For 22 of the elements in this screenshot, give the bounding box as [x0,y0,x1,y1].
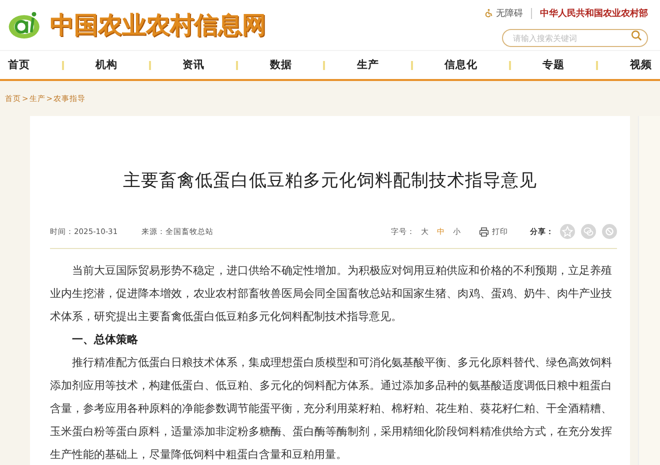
nav-item[interactable]: 数据 [270,58,292,72]
nav-item[interactable]: 视频 [630,58,652,72]
article-paragraph: 推行精准配方低蛋白日粮技术体系，集成理想蛋白质模型和可消化氨基酸平衡、多元化原料替代、绿色高效饲料添加剂应用等技术，构建低蛋白、低豆粕、多元化的饲料配方体系。通过添加多品种的氨基酸适度调低日粮中粗蛋白含量，参考应用各种原料的净能参数调节能蛋平衡，充分利用菜籽粕、棉籽粕、花生粕、葵花籽仁粕、干全酒精糟、玉米蛋白粉等蛋白原料，适量添加非淀粉多糖酶、蛋白酶等酶制剂，采用精细化阶段饲料精准供给方式，在充分发挥生产性能的基础上，尽量降低饲料中粗蛋白含量和豆粕用量。 [50,355,612,463]
printer-icon [479,226,489,236]
circle-share-icon[interactable] [602,224,617,239]
ministry-link[interactable]: 中华人民共和国农业农村部 [540,6,648,20]
search-field[interactable]: 请输入搜索关键词 [502,29,648,47]
nav-item[interactable]: 资讯 [182,58,205,72]
site-name: 中国农业农村信息网 [50,10,266,41]
search-icon[interactable] [631,30,642,40]
nav-item[interactable]: 首页 [8,58,30,72]
article-paragraph: 当前大豆国际贸易形势不稳定，进口供给不确定性增加。为积极应对饲用豆粕供应和价格的不利预期，立足养殖业内生挖潜，促进降本增效，农业农村部畜牧兽医局会同全国畜牧总站和国家生猪、肉鸡、蛋鸡、奶牛、肉牛产业技术体系，研究提出主要畜禽低蛋白低豆粕多元化饲料配制技术指导意见。 [50,263,612,325]
article-title: 主要畜禽低蛋白低豆粕多元化饲料配制技术指导意见 [122,170,538,193]
nav-item[interactable]: 生产 [357,58,380,72]
star-share-icon[interactable] [560,224,575,239]
nav-item[interactable]: 信息化 [444,58,478,72]
section-heading: 一、总体策略 [71,332,139,348]
chat-share-icon[interactable] [581,224,596,239]
wheelchair-icon [485,8,494,18]
nav-item[interactable]: 专题 [542,58,565,72]
accessibility-link[interactable]: 无障碍 [485,6,523,20]
nav-item[interactable]: 机构 [95,58,118,72]
